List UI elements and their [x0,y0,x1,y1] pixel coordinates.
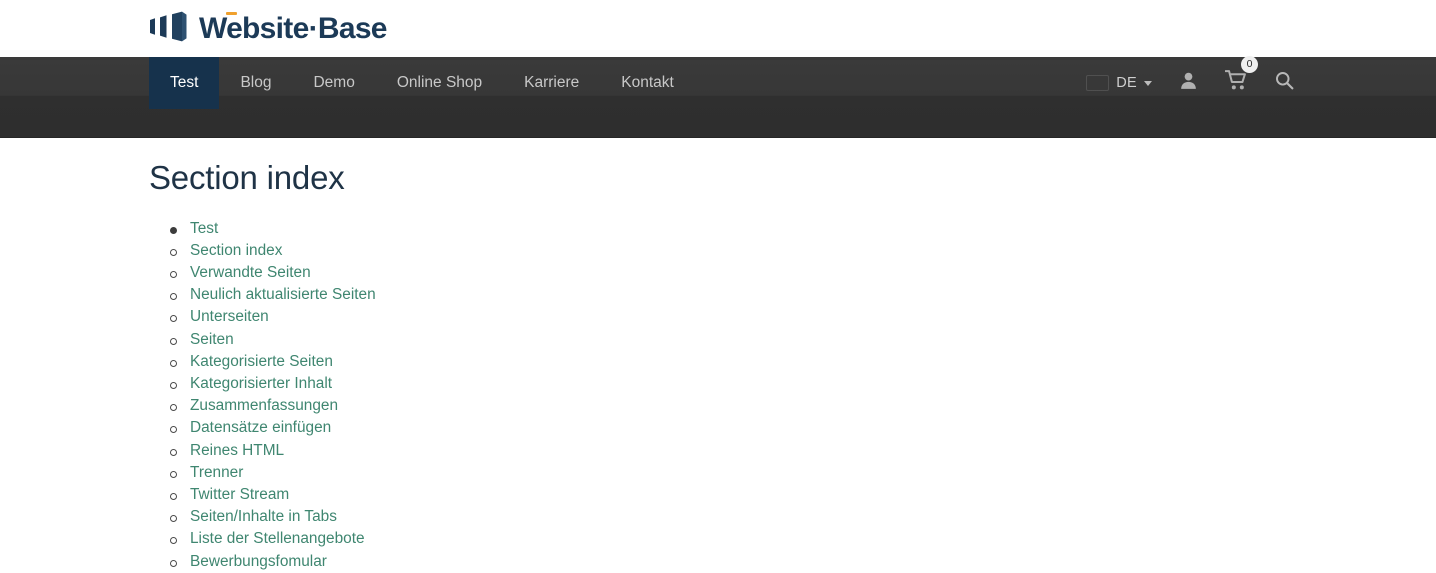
list-item: Kategorisierter Inhalt [170,373,1436,395]
search-button[interactable] [1261,65,1308,101]
chevron-down-icon [1144,80,1152,86]
list-item: Reines HTML [170,440,1436,462]
page-title: Section index [149,159,345,196]
list-item: Twitter Stream [170,484,1436,506]
list-item: Unterseiten [170,306,1436,328]
list-item: Datensätze einfügen [170,417,1436,439]
index-link-kategorisierter-inhalt[interactable]: Kategorisierter Inhalt [190,375,332,392]
index-link-kategorisierte-seiten[interactable]: Kategorisierte Seiten [190,353,333,370]
list-item: Section index [170,240,1436,262]
index-link-unterseiten[interactable]: Unterseiten [190,308,269,325]
list-item: Liste der Stellenangebote [170,528,1436,550]
main-content: Section index Test Section index Verwand… [0,138,1436,573]
account-button[interactable] [1165,65,1212,101]
nav-item-blog[interactable]: Blog [219,57,292,109]
logo-bar: Website·Base [0,0,1436,57]
main-navigation-bar: Test Blog Demo Online Shop Karriere Kont… [0,56,1436,138]
logo-accent-mark [226,11,237,15]
list-item: Bewerbungsfomular [170,551,1436,573]
nav-tools-group: DE 0 [1074,56,1308,109]
index-link-section-index[interactable]: Section index [190,242,282,259]
index-link-reines-html[interactable]: Reines HTML [190,442,284,459]
site-logo[interactable]: Website·Base [149,11,387,47]
logo-text-wrapper: Website·Base [199,11,387,45]
search-icon [1274,70,1295,96]
nav-links-group: Test Blog Demo Online Shop Karriere Kont… [149,57,695,109]
list-item: Verwandte Seiten [170,262,1436,284]
list-item: Test [170,218,1436,240]
list-item: Seiten [170,329,1436,351]
logo-text: Website·Base [199,11,387,45]
cart-button[interactable]: 0 [1212,56,1261,101]
german-flag-icon [1087,76,1108,90]
index-link-seiten-inhalte-in-tabs[interactable]: Seiten/Inhalte in Tabs [190,508,337,525]
index-link-bewerbungsfomular[interactable]: Bewerbungsfomular [190,553,327,570]
list-item: Zusammenfassungen [170,395,1436,417]
index-link-verwandte-seiten[interactable]: Verwandte Seiten [190,264,311,281]
user-icon [1178,70,1199,96]
index-link-datensaetze-einfuegen[interactable]: Datensätze einfügen [190,419,331,436]
nav-item-test[interactable]: Test [149,57,220,109]
index-link-trenner[interactable]: Trenner [190,464,243,481]
index-link-twitter-stream[interactable]: Twitter Stream [190,486,289,503]
shopping-cart-icon [1224,70,1248,96]
bars-logo-icon [149,11,190,47]
nav-item-karriere[interactable]: Karriere [503,57,600,109]
index-link-zusammenfassungen[interactable]: Zusammenfassungen [190,397,338,414]
nav-item-demo[interactable]: Demo [292,57,375,109]
language-switcher[interactable]: DE [1074,65,1165,101]
list-item: Seiten/Inhalte in Tabs [170,506,1436,528]
index-link-neulich-aktualisierte-seiten[interactable]: Neulich aktualisierte Seiten [190,286,376,303]
language-code-label: DE [1116,75,1137,91]
index-link-test[interactable]: Test [190,220,218,237]
nav-item-online-shop[interactable]: Online Shop [376,57,503,109]
index-link-seiten[interactable]: Seiten [190,331,234,348]
list-item: Neulich aktualisierte Seiten [170,284,1436,306]
index-link-liste-der-stellenangebote[interactable]: Liste der Stellenangebote [190,530,365,547]
nav-item-kontakt[interactable]: Kontakt [600,57,695,109]
cart-count-badge: 0 [1241,56,1258,73]
section-index-list: Test Section index Verwandte Seiten Neul… [149,218,1436,573]
list-item: Trenner [170,462,1436,484]
list-item: Kategorisierte Seiten [170,351,1436,373]
